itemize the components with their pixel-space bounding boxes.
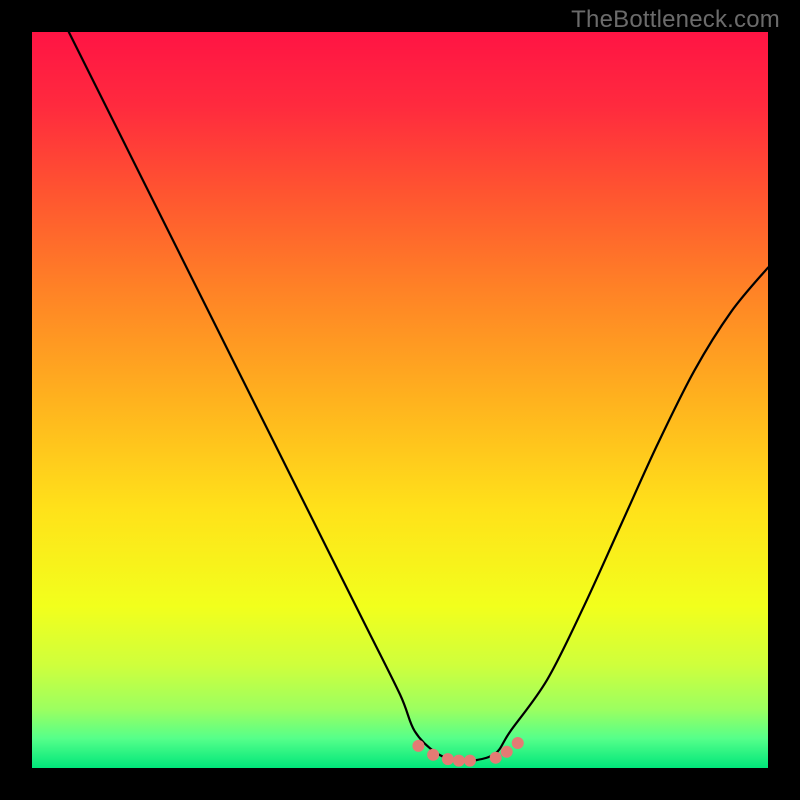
- bottom-dot: [412, 740, 424, 752]
- bottom-dot: [512, 737, 524, 749]
- bottom-dot: [490, 752, 502, 764]
- bottom-dot: [453, 755, 465, 767]
- bottom-dot: [464, 755, 476, 767]
- bottom-dot: [427, 749, 439, 761]
- watermark-text: TheBottleneck.com: [571, 6, 780, 34]
- bottleneck-curve: [32, 32, 768, 768]
- plot-area: [32, 32, 768, 768]
- chart-frame: TheBottleneck.com: [0, 0, 800, 800]
- bottom-dot: [501, 746, 513, 758]
- bottom-dot: [442, 753, 454, 765]
